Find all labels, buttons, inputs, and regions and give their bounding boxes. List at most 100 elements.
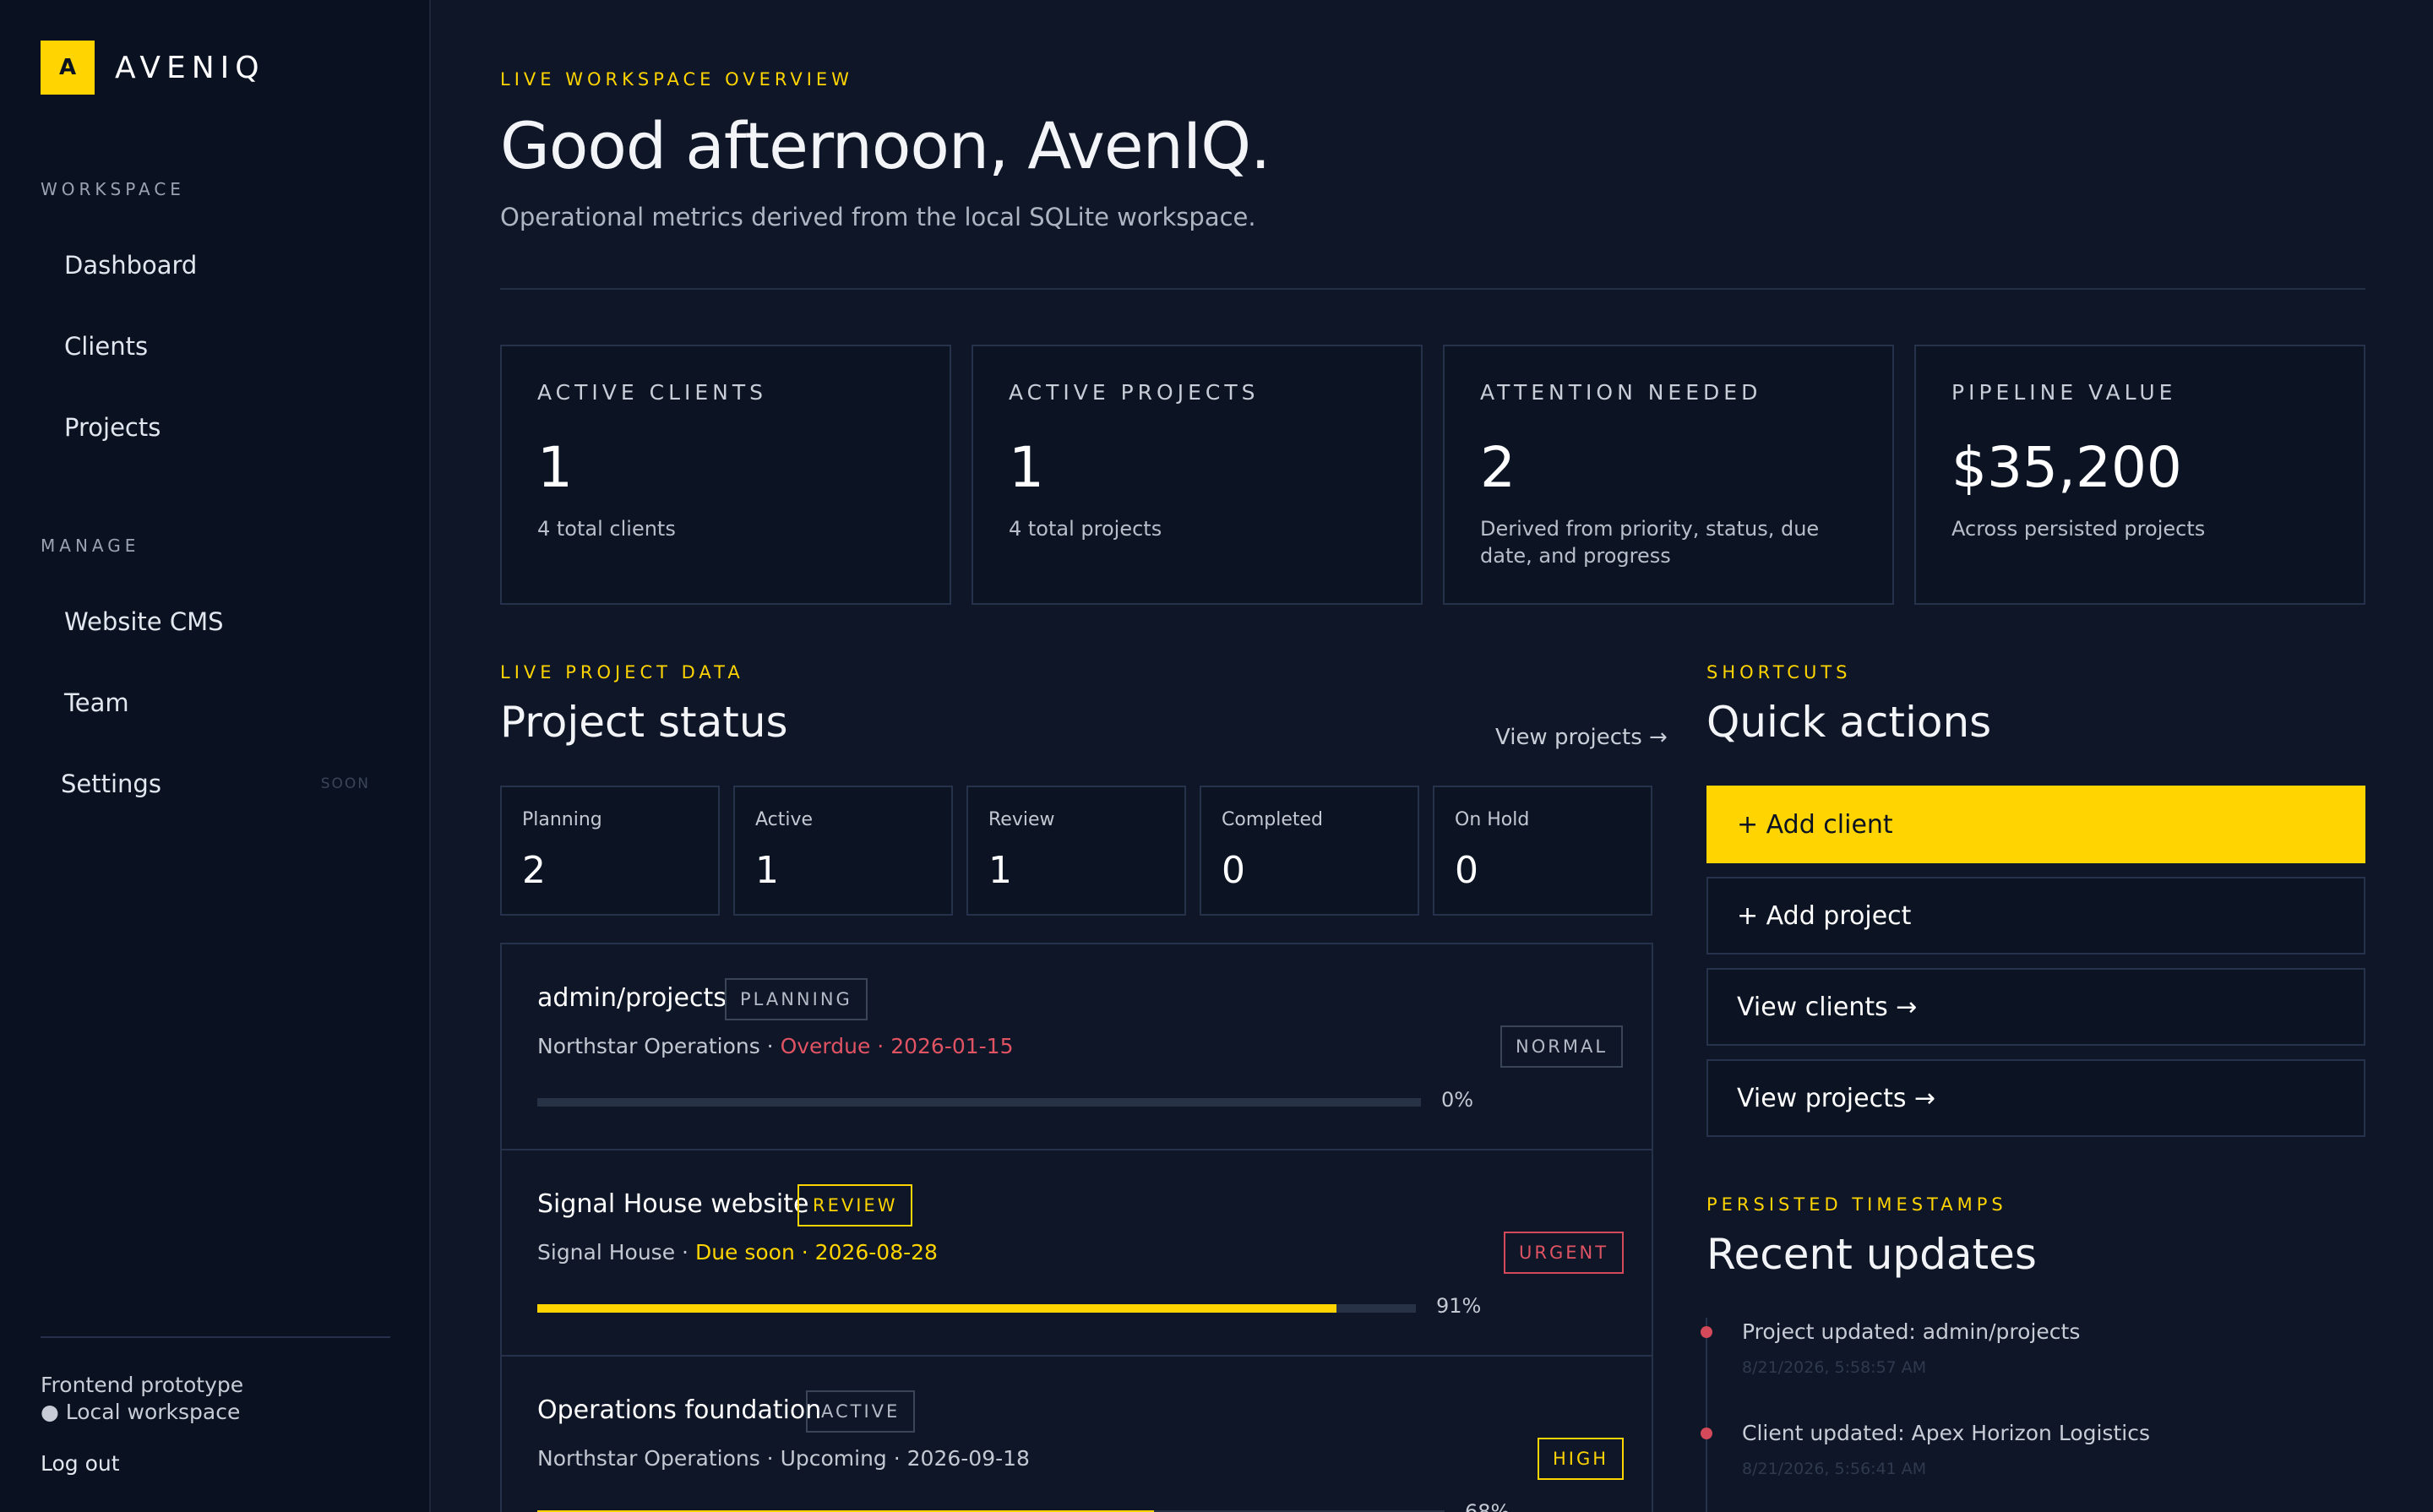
nav-heading-workspace: WORKSPACE xyxy=(41,179,185,199)
project-client: Signal House · xyxy=(537,1240,695,1265)
timeline-line xyxy=(1706,1318,1707,1512)
soon-tag: SOON xyxy=(320,775,370,792)
project-list: admin/projects PLANNING Northstar Operat… xyxy=(500,943,1653,1512)
status-count-label: On Hold xyxy=(1455,809,1530,830)
sidebar-item-website-cms[interactable]: Website CMS xyxy=(41,590,390,654)
sidebar-item-label: Dashboard xyxy=(64,251,198,280)
status-count-value: 1 xyxy=(755,849,779,892)
status-badge: ACTIVE xyxy=(806,1390,916,1433)
sidebar-item-projects[interactable]: Projects xyxy=(41,395,390,460)
sidebar-divider xyxy=(41,1336,390,1338)
status-count-value: 1 xyxy=(988,849,1012,892)
updates-eyebrow: PERSISTED TIMESTAMPS xyxy=(1706,1194,2007,1215)
status-badge: REVIEW xyxy=(797,1184,913,1226)
recent-updates-title: Recent updates xyxy=(1706,1230,2037,1279)
status-count-value: 0 xyxy=(1222,849,1245,892)
status-count-completed[interactable]: Completed 0 xyxy=(1200,786,1419,916)
header-divider xyxy=(500,288,2365,290)
stat-label: PIPELINE VALUE xyxy=(1951,380,2177,405)
status-count-value: 2 xyxy=(522,849,546,892)
project-row[interactable]: Operations foundation ACTIVE Northstar O… xyxy=(502,1357,1652,1512)
sidebar-item-dashboard[interactable]: Dashboard xyxy=(41,233,390,297)
update-time: 8/21/2026, 5:58:57 AM xyxy=(1742,1358,1927,1377)
sidebar-item-label: Website CMS xyxy=(64,607,224,636)
project-name: Operations foundation xyxy=(537,1395,822,1425)
update-text: Client updated: Apex Horizon Logistics xyxy=(1742,1421,2150,1445)
priority-badge: NORMAL xyxy=(1500,1025,1624,1068)
status-count-review[interactable]: Review 1 xyxy=(966,786,1186,916)
stat-value: $35,200 xyxy=(1951,435,2182,500)
project-meta: Northstar Operations · Upcoming · 2026-0… xyxy=(537,1446,1030,1471)
project-client: Northstar Operations · xyxy=(537,1446,781,1471)
sidebar-item-label: Team xyxy=(64,688,129,717)
status-count-value: 0 xyxy=(1455,849,1478,892)
brand[interactable]: A AVENIQ xyxy=(41,41,265,95)
status-count-label: Review xyxy=(988,809,1055,830)
shortcuts-eyebrow: SHORTCUTS xyxy=(1706,662,1852,683)
project-due: Due soon · 2026-08-28 xyxy=(694,1240,938,1265)
progress-percent: 91% xyxy=(1436,1294,1482,1318)
status-count-on-hold[interactable]: On Hold 0 xyxy=(1433,786,1652,916)
view-projects-button[interactable]: View projects → xyxy=(1706,1059,2365,1137)
priority-badge: URGENT xyxy=(1504,1232,1625,1274)
stat-note: Derived from priority, status, due date,… xyxy=(1480,517,1820,568)
timeline-dot xyxy=(1701,1326,1712,1338)
footer-workspace-label: ● Local workspace xyxy=(41,1400,241,1424)
project-due: Overdue · 2026-01-15 xyxy=(780,1034,1014,1058)
update-text: Project updated: admin/projects xyxy=(1742,1319,2081,1344)
sidebar: A AVENIQ WORKSPACE Dashboard Clients Pro… xyxy=(0,0,431,1512)
stat-label: ACTIVE PROJECTS xyxy=(1009,380,1260,405)
stat-label: ACTIVE CLIENTS xyxy=(537,380,768,405)
sidebar-item-label: Settings xyxy=(61,770,161,798)
page-subtitle: Operational metrics derived from the loc… xyxy=(500,203,1256,231)
sidebar-item-label: Projects xyxy=(64,413,161,442)
progress-bar xyxy=(537,1304,1416,1313)
brand-logo-mark: A xyxy=(41,41,95,95)
project-meta: Signal House · Due soon · 2026-08-28 xyxy=(537,1240,938,1265)
stat-label: ATTENTION NEEDED xyxy=(1480,380,1762,405)
quick-actions-title: Quick actions xyxy=(1706,698,1992,747)
view-projects-link[interactable]: View projects → xyxy=(1495,725,1668,750)
stat-card-active-clients: ACTIVE CLIENTS 1 4 total clients xyxy=(500,345,951,605)
app: A AVENIQ WORKSPACE Dashboard Clients Pro… xyxy=(0,0,2433,1512)
sidebar-item-team[interactable]: Team xyxy=(41,671,390,735)
project-name: Signal House website xyxy=(537,1189,809,1219)
status-badge: PLANNING xyxy=(725,978,868,1020)
brand-name: AVENIQ xyxy=(115,50,265,85)
project-status-title: Project status xyxy=(500,698,788,747)
add-client-button[interactable]: + Add client xyxy=(1706,786,2365,863)
progress-percent: 68% xyxy=(1465,1500,1510,1512)
project-row[interactable]: Signal House website REVIEW Signal House… xyxy=(502,1150,1652,1357)
progress-percent: 0% xyxy=(1441,1088,1474,1112)
add-project-button[interactable]: + Add project xyxy=(1706,877,2365,955)
timeline-dot xyxy=(1701,1428,1712,1439)
status-count-active[interactable]: Active 1 xyxy=(733,786,953,916)
sidebar-item-clients[interactable]: Clients xyxy=(41,314,390,378)
stat-value: 1 xyxy=(537,435,573,500)
status-count-planning[interactable]: Planning 2 xyxy=(500,786,720,916)
stat-note: 4 total projects xyxy=(1009,517,1162,541)
stat-note: Across persisted projects xyxy=(1951,517,2206,541)
update-time: 8/21/2026, 5:56:41 AM xyxy=(1742,1460,1927,1478)
project-status-eyebrow: LIVE PROJECT DATA xyxy=(500,662,744,683)
status-count-label: Planning xyxy=(522,809,602,830)
stat-card-active-projects: ACTIVE PROJECTS 1 4 total projects xyxy=(972,345,1423,605)
logout-link[interactable]: Log out xyxy=(41,1451,120,1476)
nav-heading-manage: MANAGE xyxy=(41,536,140,556)
overview-eyebrow: LIVE WORKSPACE OVERVIEW xyxy=(500,69,853,90)
stat-card-pipeline-value: PIPELINE VALUE $35,200 Across persisted … xyxy=(1914,345,2365,605)
progress-bar xyxy=(537,1098,1421,1107)
sidebar-item-settings[interactable]: Settings SOON xyxy=(41,752,390,816)
footer-prototype-label: Frontend prototype xyxy=(41,1373,244,1397)
page-title: Good afternoon, AvenIQ. xyxy=(500,108,1271,183)
stat-value: 2 xyxy=(1480,435,1516,500)
view-clients-button[interactable]: View clients → xyxy=(1706,968,2365,1046)
project-client: Northstar Operations · xyxy=(537,1034,781,1058)
progress-fill xyxy=(537,1304,1337,1313)
status-count-label: Completed xyxy=(1222,809,1323,830)
project-meta: Northstar Operations · Overdue · 2026-01… xyxy=(537,1034,1014,1058)
stat-card-attention-needed: ATTENTION NEEDED 2 Derived from priority… xyxy=(1443,345,1894,605)
status-count-label: Active xyxy=(755,809,814,830)
project-row[interactable]: admin/projects PLANNING Northstar Operat… xyxy=(502,944,1652,1150)
stat-value: 1 xyxy=(1009,435,1044,500)
